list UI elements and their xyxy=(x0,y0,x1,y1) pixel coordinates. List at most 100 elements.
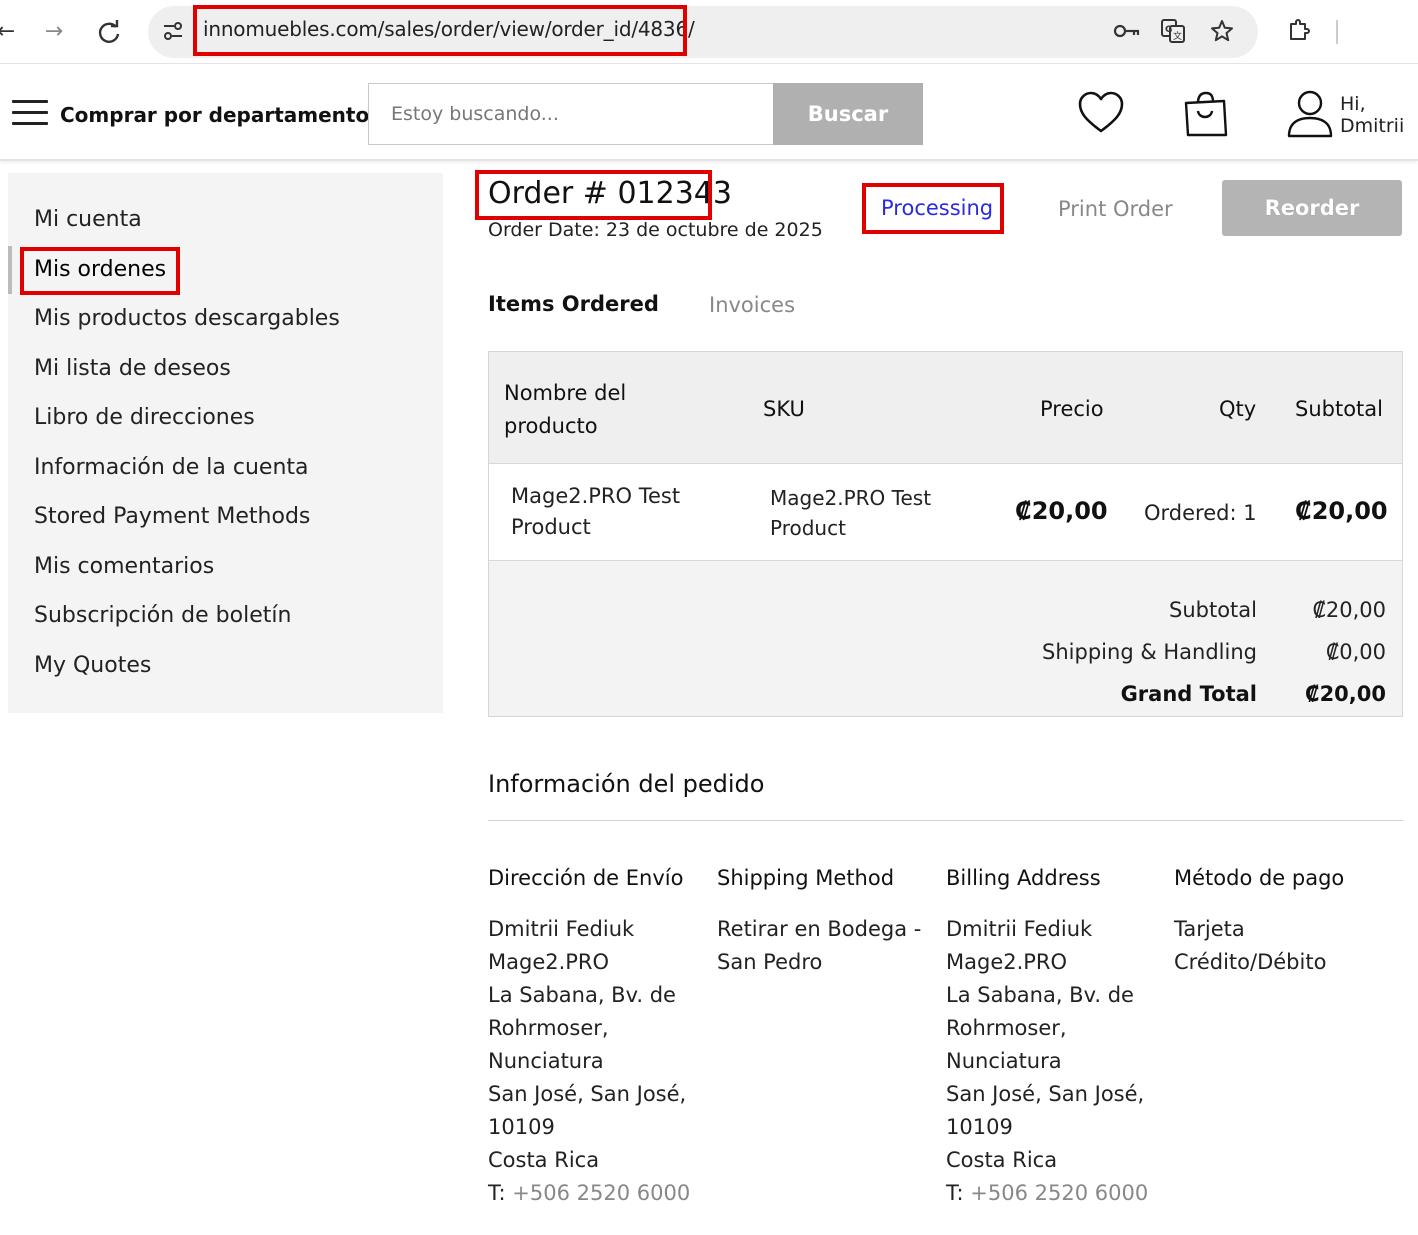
tab-invoices[interactable]: Invoices xyxy=(709,293,795,317)
sidebar-item-libro-direcciones[interactable]: Libro de direcciones xyxy=(34,405,255,430)
extensions-icon[interactable] xyxy=(1286,18,1312,44)
account-sidebar: Mi cuenta Mis ordenes Mis productos desc… xyxy=(8,173,443,713)
site-header: Comprar por departamento Buscar Hi, Dmit… xyxy=(0,65,1418,161)
shipping-address-line: San José, San José, xyxy=(488,1082,687,1106)
sku-line-1: Mage2.PRO Test xyxy=(770,486,932,510)
shipping-method-line: San Pedro xyxy=(717,950,823,974)
shipping-method-block: Retirar en Bodega - San Pedro xyxy=(717,913,921,979)
row-sku: Mage2.PRO Test Product xyxy=(770,483,931,543)
search-input[interactable] xyxy=(369,84,774,144)
billing-phone-link[interactable]: +506 2520 6000 xyxy=(970,1181,1148,1205)
billing-address-line: Mage2.PRO xyxy=(946,950,1068,974)
row-product-name: Mage2.PRO Test Product xyxy=(511,481,680,543)
col-header-sku: SKU xyxy=(763,397,805,421)
page-title: Order # 012343 xyxy=(488,176,732,211)
shipping-address-line: Mage2.PRO xyxy=(488,950,610,974)
totals-subtotal-value: ₡20,00 xyxy=(1312,598,1386,622)
items-table: Nombre del producto SKU Precio Qty Subto… xyxy=(488,351,1403,717)
sidebar-item-stored-payment-methods[interactable]: Stored Payment Methods xyxy=(34,504,310,529)
user-greeting[interactable]: Hi, Dmitrii xyxy=(1340,93,1404,137)
billing-address-line: Nunciatura xyxy=(946,1049,1062,1073)
col-header-name-line-2: producto xyxy=(504,414,598,438)
shipping-address-block: Dmitrii Fediuk Mage2.PRO La Sabana, Bv. … xyxy=(488,913,690,1210)
browser-toolbar: ← → innomuebles.com/sales/order/view/ord… xyxy=(0,0,1418,64)
department-menu-label[interactable]: Comprar por departamento xyxy=(60,103,369,127)
totals-grand-label: Grand Total xyxy=(1120,682,1257,706)
svg-text:G: G xyxy=(1165,25,1172,35)
table-header: Nombre del producto SKU Precio Qty Subto… xyxy=(489,352,1402,464)
shipping-method-line: Retirar en Bodega - xyxy=(717,917,922,941)
toolbar-divider xyxy=(1336,20,1338,44)
shipping-address-phone-row: T: +506 2520 6000 xyxy=(488,1177,690,1210)
status-badge: Processing xyxy=(881,196,994,220)
totals-shipping-label: Shipping & Handling xyxy=(1042,640,1257,664)
shipping-address-line: Costa Rica xyxy=(488,1148,600,1172)
sidebar-item-informacion-cuenta[interactable]: Información de la cuenta xyxy=(34,455,309,480)
sidebar-active-indicator xyxy=(8,246,12,294)
shipping-address-line: Dmitrii Fediuk xyxy=(488,917,635,941)
order-info-title: Información del pedido xyxy=(488,770,765,798)
payment-method-line: Tarjeta xyxy=(1174,917,1245,941)
phone-prefix: T: xyxy=(946,1181,971,1205)
product-name-line-2: Product xyxy=(511,515,591,539)
search-button[interactable]: Buscar xyxy=(773,83,923,145)
product-name-line-1: Mage2.PRO Test xyxy=(511,484,681,508)
shipping-address-line: Nunciatura xyxy=(488,1049,604,1073)
table-row: Mage2.PRO Test Product Mage2.PRO Test Pr… xyxy=(489,464,1402,561)
search-box xyxy=(368,83,774,145)
reorder-button[interactable]: Reorder xyxy=(1222,180,1402,236)
col-header-name: Nombre del producto xyxy=(504,377,626,443)
row-subtotal: ₡20,00 xyxy=(1295,497,1388,525)
sidebar-item-mis-comentarios[interactable]: Mis comentarios xyxy=(34,554,214,579)
back-arrow-icon[interactable]: ← xyxy=(0,18,20,46)
billing-address-line: 10109 xyxy=(946,1115,1013,1139)
reload-icon[interactable] xyxy=(95,18,123,46)
svg-text:文: 文 xyxy=(1173,30,1182,42)
tab-items-ordered[interactable]: Items Ordered xyxy=(488,292,659,316)
key-icon[interactable] xyxy=(1112,18,1142,44)
translate-icon[interactable]: G文 xyxy=(1160,18,1186,44)
payment-method-heading: Método de pago xyxy=(1174,866,1345,890)
totals-grand-value: ₡20,00 xyxy=(1304,682,1386,706)
billing-address-heading: Billing Address xyxy=(946,866,1101,890)
shipping-address-line: Rohrmoser, xyxy=(488,1016,609,1040)
billing-address-block: Dmitrii Fediuk Mage2.PRO La Sabana, Bv. … xyxy=(946,913,1148,1210)
billing-address-line: La Sabana, Bv. de xyxy=(946,983,1134,1007)
sidebar-item-productos-descargables[interactable]: Mis productos descargables xyxy=(34,306,340,331)
totals-subtotal-label: Subtotal xyxy=(1169,598,1257,622)
col-header-name-line-1: Nombre del xyxy=(504,381,627,405)
billing-address-line: Rohrmoser, xyxy=(946,1016,1067,1040)
shipping-phone-link[interactable]: +506 2520 6000 xyxy=(512,1181,690,1205)
shipping-method-heading: Shipping Method xyxy=(717,866,895,890)
shopping-bag-icon[interactable] xyxy=(1182,89,1232,139)
shipping-address-heading: Dirección de Envío xyxy=(488,866,684,890)
sidebar-item-lista-deseos[interactable]: Mi lista de deseos xyxy=(34,356,231,381)
sidebar-item-mis-ordenes[interactable]: Mis ordenes xyxy=(34,257,166,282)
sidebar-item-subscripcion-boletin[interactable]: Subscripción de boletín xyxy=(34,603,291,628)
phone-prefix: T: xyxy=(488,1181,513,1205)
row-qty: Ordered: 1 xyxy=(1144,501,1257,525)
site-settings-icon[interactable] xyxy=(160,18,186,44)
row-price: ₡20,00 xyxy=(1015,497,1108,525)
wishlist-heart-icon[interactable] xyxy=(1076,89,1126,139)
col-header-subtotal: Subtotal xyxy=(1295,397,1383,421)
url-text[interactable]: innomuebles.com/sales/order/view/order_i… xyxy=(203,17,695,41)
billing-address-line: Dmitrii Fediuk xyxy=(946,917,1093,941)
billing-address-phone-row: T: +506 2520 6000 xyxy=(946,1177,1148,1210)
greeting-line-2: Dmitrii xyxy=(1340,115,1405,137)
billing-address-line: San José, San José, xyxy=(946,1082,1145,1106)
shipping-address-line: 10109 xyxy=(488,1115,555,1139)
shipping-address-line: La Sabana, Bv. de xyxy=(488,983,676,1007)
order-info-divider xyxy=(488,820,1403,821)
billing-address-line: Costa Rica xyxy=(946,1148,1058,1172)
sidebar-item-mi-cuenta[interactable]: Mi cuenta xyxy=(34,207,142,232)
order-date: Order Date: 23 de octubre de 2025 xyxy=(488,219,823,241)
payment-method-block: Tarjeta Crédito/Débito xyxy=(1174,913,1326,979)
user-account-icon[interactable] xyxy=(1286,89,1336,139)
forward-arrow-icon[interactable]: → xyxy=(40,18,68,46)
sidebar-item-my-quotes[interactable]: My Quotes xyxy=(34,653,151,678)
menu-icon[interactable] xyxy=(12,100,48,126)
col-header-price: Precio xyxy=(1040,397,1104,421)
star-icon[interactable] xyxy=(1209,18,1235,44)
print-order-link[interactable]: Print Order xyxy=(1058,197,1173,221)
